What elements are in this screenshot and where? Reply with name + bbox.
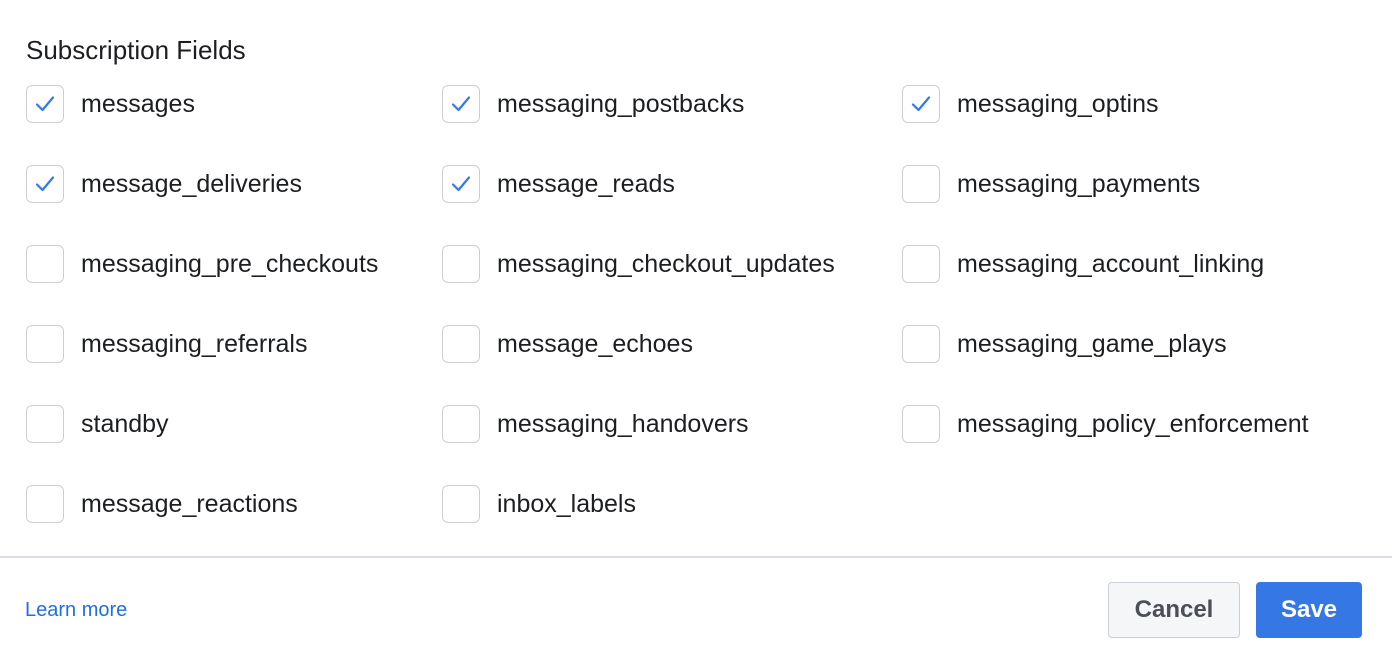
field-row: message_reactions inbox_labels [26,484,1392,564]
field-messaging-checkout-updates[interactable]: messaging_checkout_updates [442,244,835,284]
field-row: message_deliveries message_reads messagi… [26,164,1392,244]
checkbox[interactable] [442,245,480,283]
field-messaging-account-linking[interactable]: messaging_account_linking [902,244,1264,284]
field-label: messages [81,90,195,118]
field-label: messaging_checkout_updates [497,250,835,278]
checkbox[interactable] [442,405,480,443]
field-label: inbox_labels [497,490,636,518]
checkbox[interactable] [902,165,940,203]
checkbox[interactable] [442,325,480,363]
check-icon [35,176,55,192]
checkbox[interactable] [26,165,64,203]
field-messaging-postbacks[interactable]: messaging_postbacks [442,84,744,124]
subscription-fields-dialog: Subscription Fields messages messaging_p… [0,0,1392,658]
field-standby[interactable]: standby [26,404,169,444]
checkbox[interactable] [26,405,64,443]
field-messages[interactable]: messages [26,84,195,124]
learn-more-link[interactable]: Learn more [25,598,127,622]
field-label: message_reactions [81,490,298,518]
field-messaging-referrals[interactable]: messaging_referrals [26,324,308,364]
checkbox[interactable] [26,245,64,283]
field-messaging-payments[interactable]: messaging_payments [902,164,1200,204]
checkbox[interactable] [442,165,480,203]
field-label: messaging_account_linking [957,250,1265,278]
field-label: messaging_postbacks [497,90,745,118]
field-label: messaging_pre_checkouts [81,250,379,278]
field-messaging-game-plays[interactable]: messaging_game_plays [902,324,1227,364]
field-label: message_reads [497,170,675,198]
field-label: messaging_optins [957,90,1159,118]
field-message-deliveries[interactable]: message_deliveries [26,164,302,204]
field-row: standby messaging_handovers messaging_po… [26,404,1392,484]
subscription-field-grid: messages messaging_postbacks messaging_o… [26,84,1392,564]
checkbox[interactable] [26,85,64,123]
field-messaging-handovers[interactable]: messaging_handovers [442,404,749,444]
field-row: messaging_pre_checkouts messaging_checko… [26,244,1392,324]
checkbox[interactable] [26,325,64,363]
checkbox[interactable] [902,325,940,363]
save-button[interactable]: Save [1256,582,1362,638]
field-messaging-optins[interactable]: messaging_optins [902,84,1159,124]
field-messaging-policy-enforcement[interactable]: messaging_policy_enforcement [902,404,1309,444]
cancel-button[interactable]: Cancel [1108,582,1240,638]
field-message-echoes[interactable]: message_echoes [442,324,693,364]
field-messaging-pre-checkouts[interactable]: messaging_pre_checkouts [26,244,378,284]
checkbox[interactable] [442,85,480,123]
check-icon [451,176,471,192]
field-label: messaging_policy_enforcement [957,410,1309,438]
field-row: messaging_referrals message_echoes messa… [26,324,1392,404]
field-row: messages messaging_postbacks messaging_o… [26,84,1392,164]
field-label: messaging_handovers [497,410,749,438]
checkbox[interactable] [26,485,64,523]
field-label: messaging_game_plays [957,330,1227,358]
checkbox[interactable] [902,245,940,283]
footer-divider [0,556,1392,558]
field-message-reads[interactable]: message_reads [442,164,675,204]
section-title: Subscription Fields [26,35,246,65]
field-message-reactions[interactable]: message_reactions [26,484,298,524]
field-label: message_echoes [497,330,693,358]
check-icon [35,96,55,112]
check-icon [911,96,931,112]
checkbox[interactable] [902,405,940,443]
field-label: messaging_payments [957,170,1201,198]
checkbox[interactable] [442,485,480,523]
field-label: messaging_referrals [81,330,308,358]
field-inbox-labels[interactable]: inbox_labels [442,484,636,524]
field-label: message_deliveries [81,170,302,198]
checkbox[interactable] [902,85,940,123]
check-icon [451,96,471,112]
field-label: standby [81,410,169,438]
